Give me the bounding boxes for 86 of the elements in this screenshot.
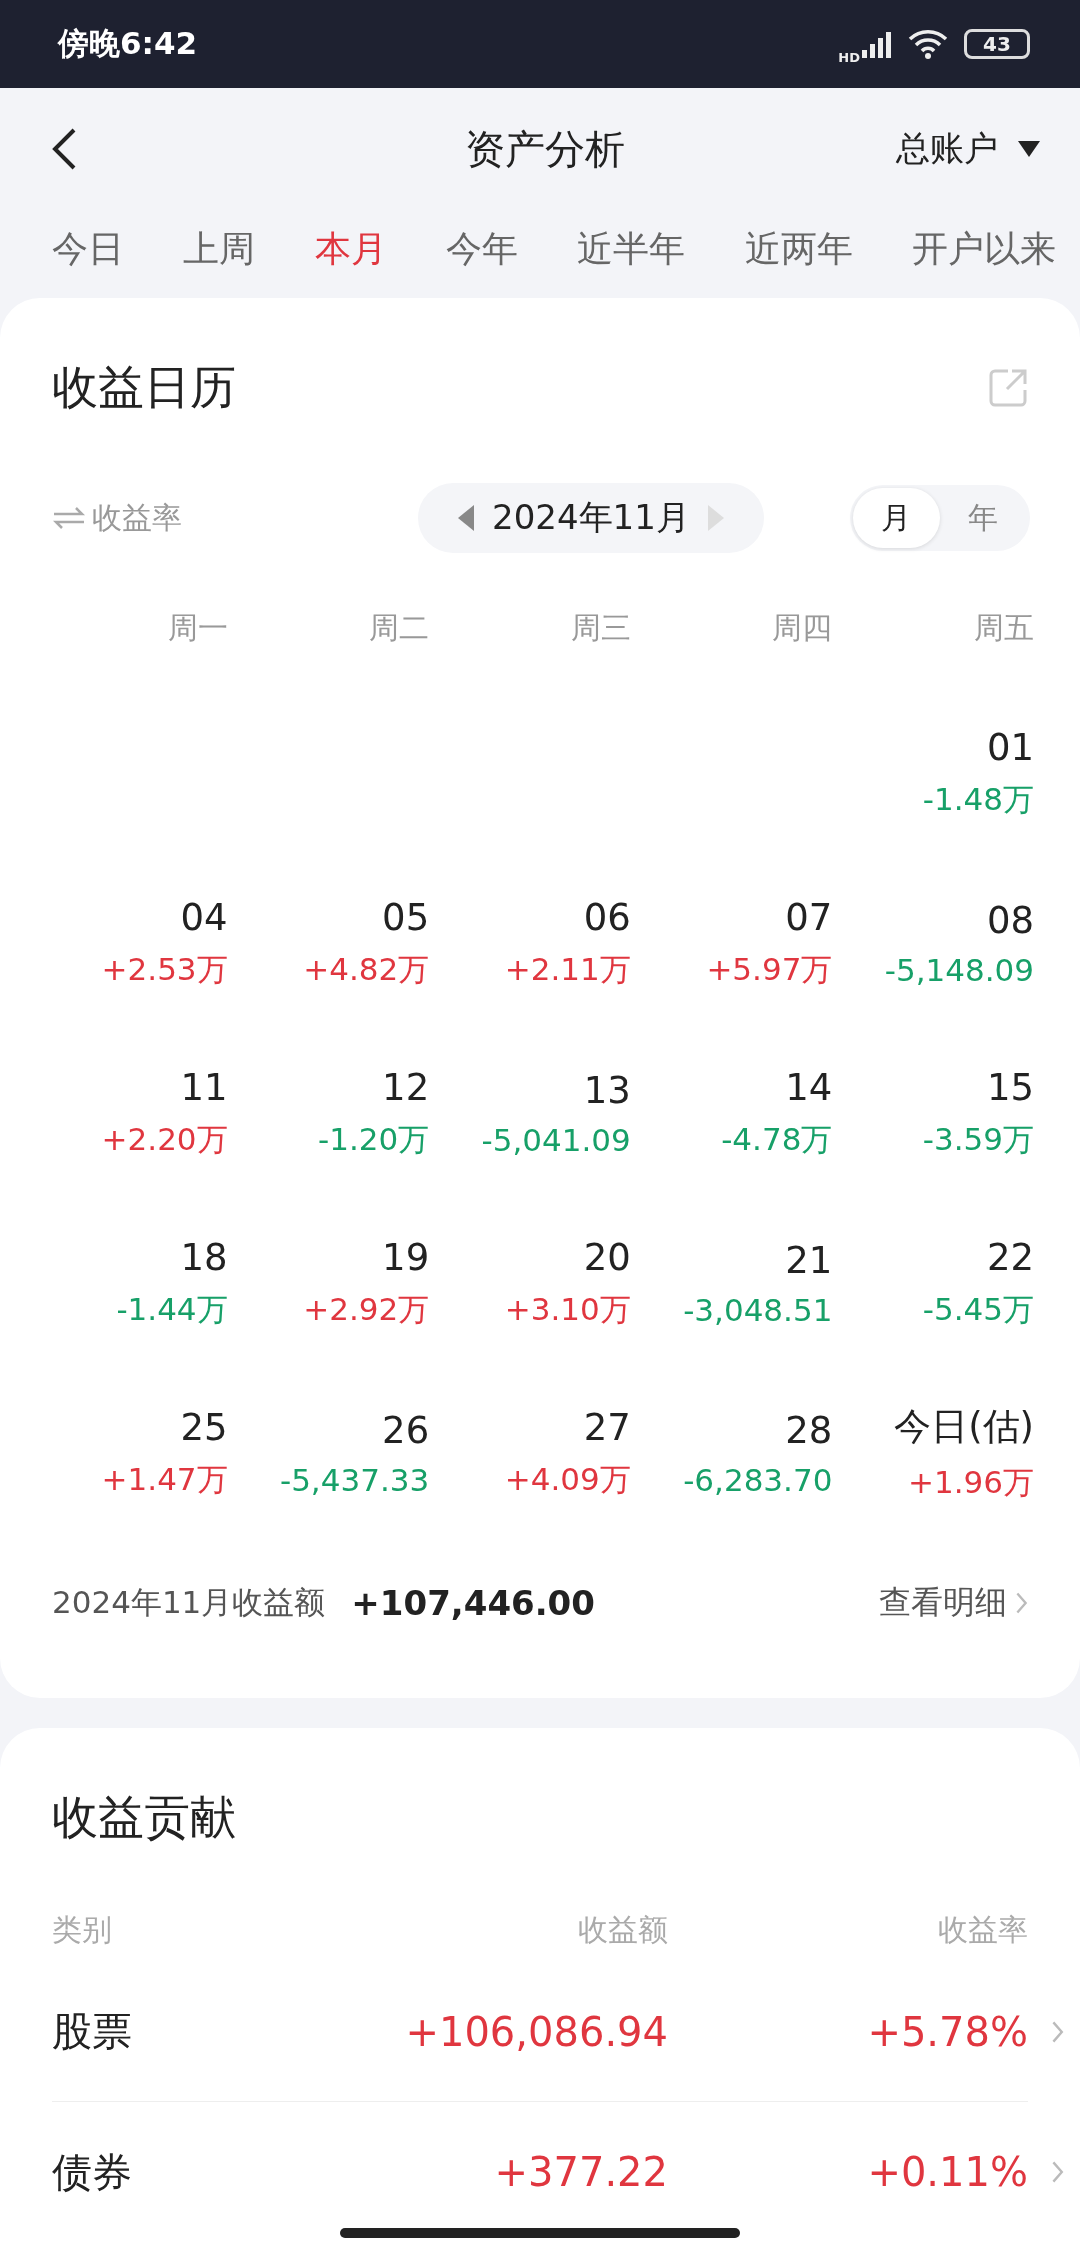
chevron-right-icon xyxy=(1015,1591,1028,1615)
daily-profit: -1.44万 xyxy=(116,1289,228,1329)
day-number: 今日(估) xyxy=(894,1404,1034,1450)
daily-profit: -5,437.33 xyxy=(279,1461,430,1498)
daily-profit: +3.10万 xyxy=(504,1289,631,1329)
day-number: 08 xyxy=(986,898,1034,942)
day-number: 18 xyxy=(180,1235,228,1279)
daily-profit: +1.47万 xyxy=(101,1459,228,1499)
day-number: 27 xyxy=(583,1405,631,1449)
chevron-right-icon xyxy=(1050,2020,1064,2044)
signal-icon xyxy=(862,30,892,58)
weekday-label: 周三 xyxy=(569,608,631,647)
daily-profit: +2.53万 xyxy=(101,949,228,989)
details-link[interactable]: 查看明细 xyxy=(879,1581,1028,1625)
dropdown-icon xyxy=(1018,141,1040,157)
day-number: 25 xyxy=(180,1405,228,1449)
period-tab[interactable]: 今日 xyxy=(52,224,124,274)
swap-icon xyxy=(52,506,86,530)
period-tab[interactable]: 今年 xyxy=(446,224,518,274)
day-number: 12 xyxy=(382,1065,430,1109)
rate-cell-text: +5.78% xyxy=(866,2008,1028,2055)
view-toggle[interactable]: 月 xyxy=(853,488,940,548)
day-number: 14 xyxy=(785,1065,833,1109)
metric-toggle[interactable]: 收益率 xyxy=(52,497,332,539)
wifi-icon xyxy=(908,29,948,59)
day-number: 19 xyxy=(382,1235,430,1279)
day-number: 04 xyxy=(180,895,228,939)
daily-profit: -1.48万 xyxy=(922,779,1034,819)
view-toggle[interactable]: 年 xyxy=(940,488,1027,548)
month-label: 2024年11月 xyxy=(492,496,690,539)
card-title: 收益贡献 xyxy=(52,1789,236,1846)
weekday-label: 周五 xyxy=(973,608,1034,647)
page-title: 资产分析 xyxy=(465,124,625,174)
daily-profit: -5,148.09 xyxy=(884,951,1034,988)
category-cell-text: 股票 xyxy=(52,2007,133,2056)
daily-profit: +2.92万 xyxy=(303,1289,430,1329)
day-number: 11 xyxy=(180,1065,228,1109)
category-cell-text: 债券 xyxy=(52,2147,133,2197)
back-icon[interactable] xyxy=(50,127,78,171)
previous-month-icon[interactable] xyxy=(458,505,475,531)
daily-profit: +1.96万 xyxy=(908,1463,1034,1502)
weekday-label: 周二 xyxy=(368,608,430,647)
day-number: 20 xyxy=(583,1235,631,1279)
amount-cell-text: +377.22 xyxy=(493,2149,668,2195)
daily-profit: -6,283.70 xyxy=(683,1461,833,1498)
day-number: 28 xyxy=(785,1408,833,1452)
card-title: 收益日历 xyxy=(52,359,236,416)
summary-label: 2024年11月收益额 xyxy=(52,1583,326,1622)
day-number: 05 xyxy=(382,895,430,939)
daily-profit: +2.20万 xyxy=(101,1119,228,1159)
day-number: 07 xyxy=(785,895,833,939)
amount-cell-text: +106,086.94 xyxy=(404,2008,668,2055)
day-number: 15 xyxy=(986,1065,1034,1109)
chevron-right-icon xyxy=(1050,2160,1064,2184)
period-tab[interactable]: 上周 xyxy=(183,224,256,274)
summary-value: +107,446.00 xyxy=(351,1583,596,1623)
day-number: 01 xyxy=(986,725,1034,769)
weekday-label: 周一 xyxy=(166,608,228,647)
daily-profit: -5.45万 xyxy=(922,1289,1034,1329)
daily-profit: +4.09万 xyxy=(504,1459,631,1499)
period-tab[interactable]: 开户以来 xyxy=(911,224,1056,274)
column-header: 收益率 xyxy=(937,1910,1028,1949)
rate-cell-text: +0.11% xyxy=(866,2149,1028,2195)
column-header: 类别 xyxy=(52,1910,113,1949)
daily-profit: +5.97万 xyxy=(706,949,833,989)
column-header: 收益额 xyxy=(577,1910,668,1949)
day-number: 13 xyxy=(583,1068,631,1112)
status-time: 傍晚6:42 xyxy=(58,24,198,63)
daily-profit: +4.82万 xyxy=(303,949,430,989)
daily-profit: -4.78万 xyxy=(721,1119,833,1159)
battery-indicator: 43 xyxy=(964,29,1030,59)
day-number: 22 xyxy=(986,1235,1034,1279)
day-number: 21 xyxy=(785,1238,833,1282)
daily-profit: -5,041.09 xyxy=(481,1121,631,1158)
account-selector[interactable]: 总账户 xyxy=(896,126,1040,172)
period-tab[interactable]: 本月 xyxy=(314,224,387,274)
daily-profit: -3.59万 xyxy=(922,1119,1034,1159)
network-label: HD xyxy=(838,49,860,65)
daily-profit: -1.20万 xyxy=(317,1119,430,1159)
day-number: 06 xyxy=(583,895,631,939)
weekday-label: 周四 xyxy=(771,608,833,647)
period-tab[interactable]: 近两年 xyxy=(744,224,853,274)
daily-profit: +2.11万 xyxy=(504,949,631,989)
period-tab[interactable]: 近半年 xyxy=(577,224,686,274)
daily-profit: -3,048.51 xyxy=(683,1291,833,1328)
day-number: 26 xyxy=(382,1408,430,1452)
